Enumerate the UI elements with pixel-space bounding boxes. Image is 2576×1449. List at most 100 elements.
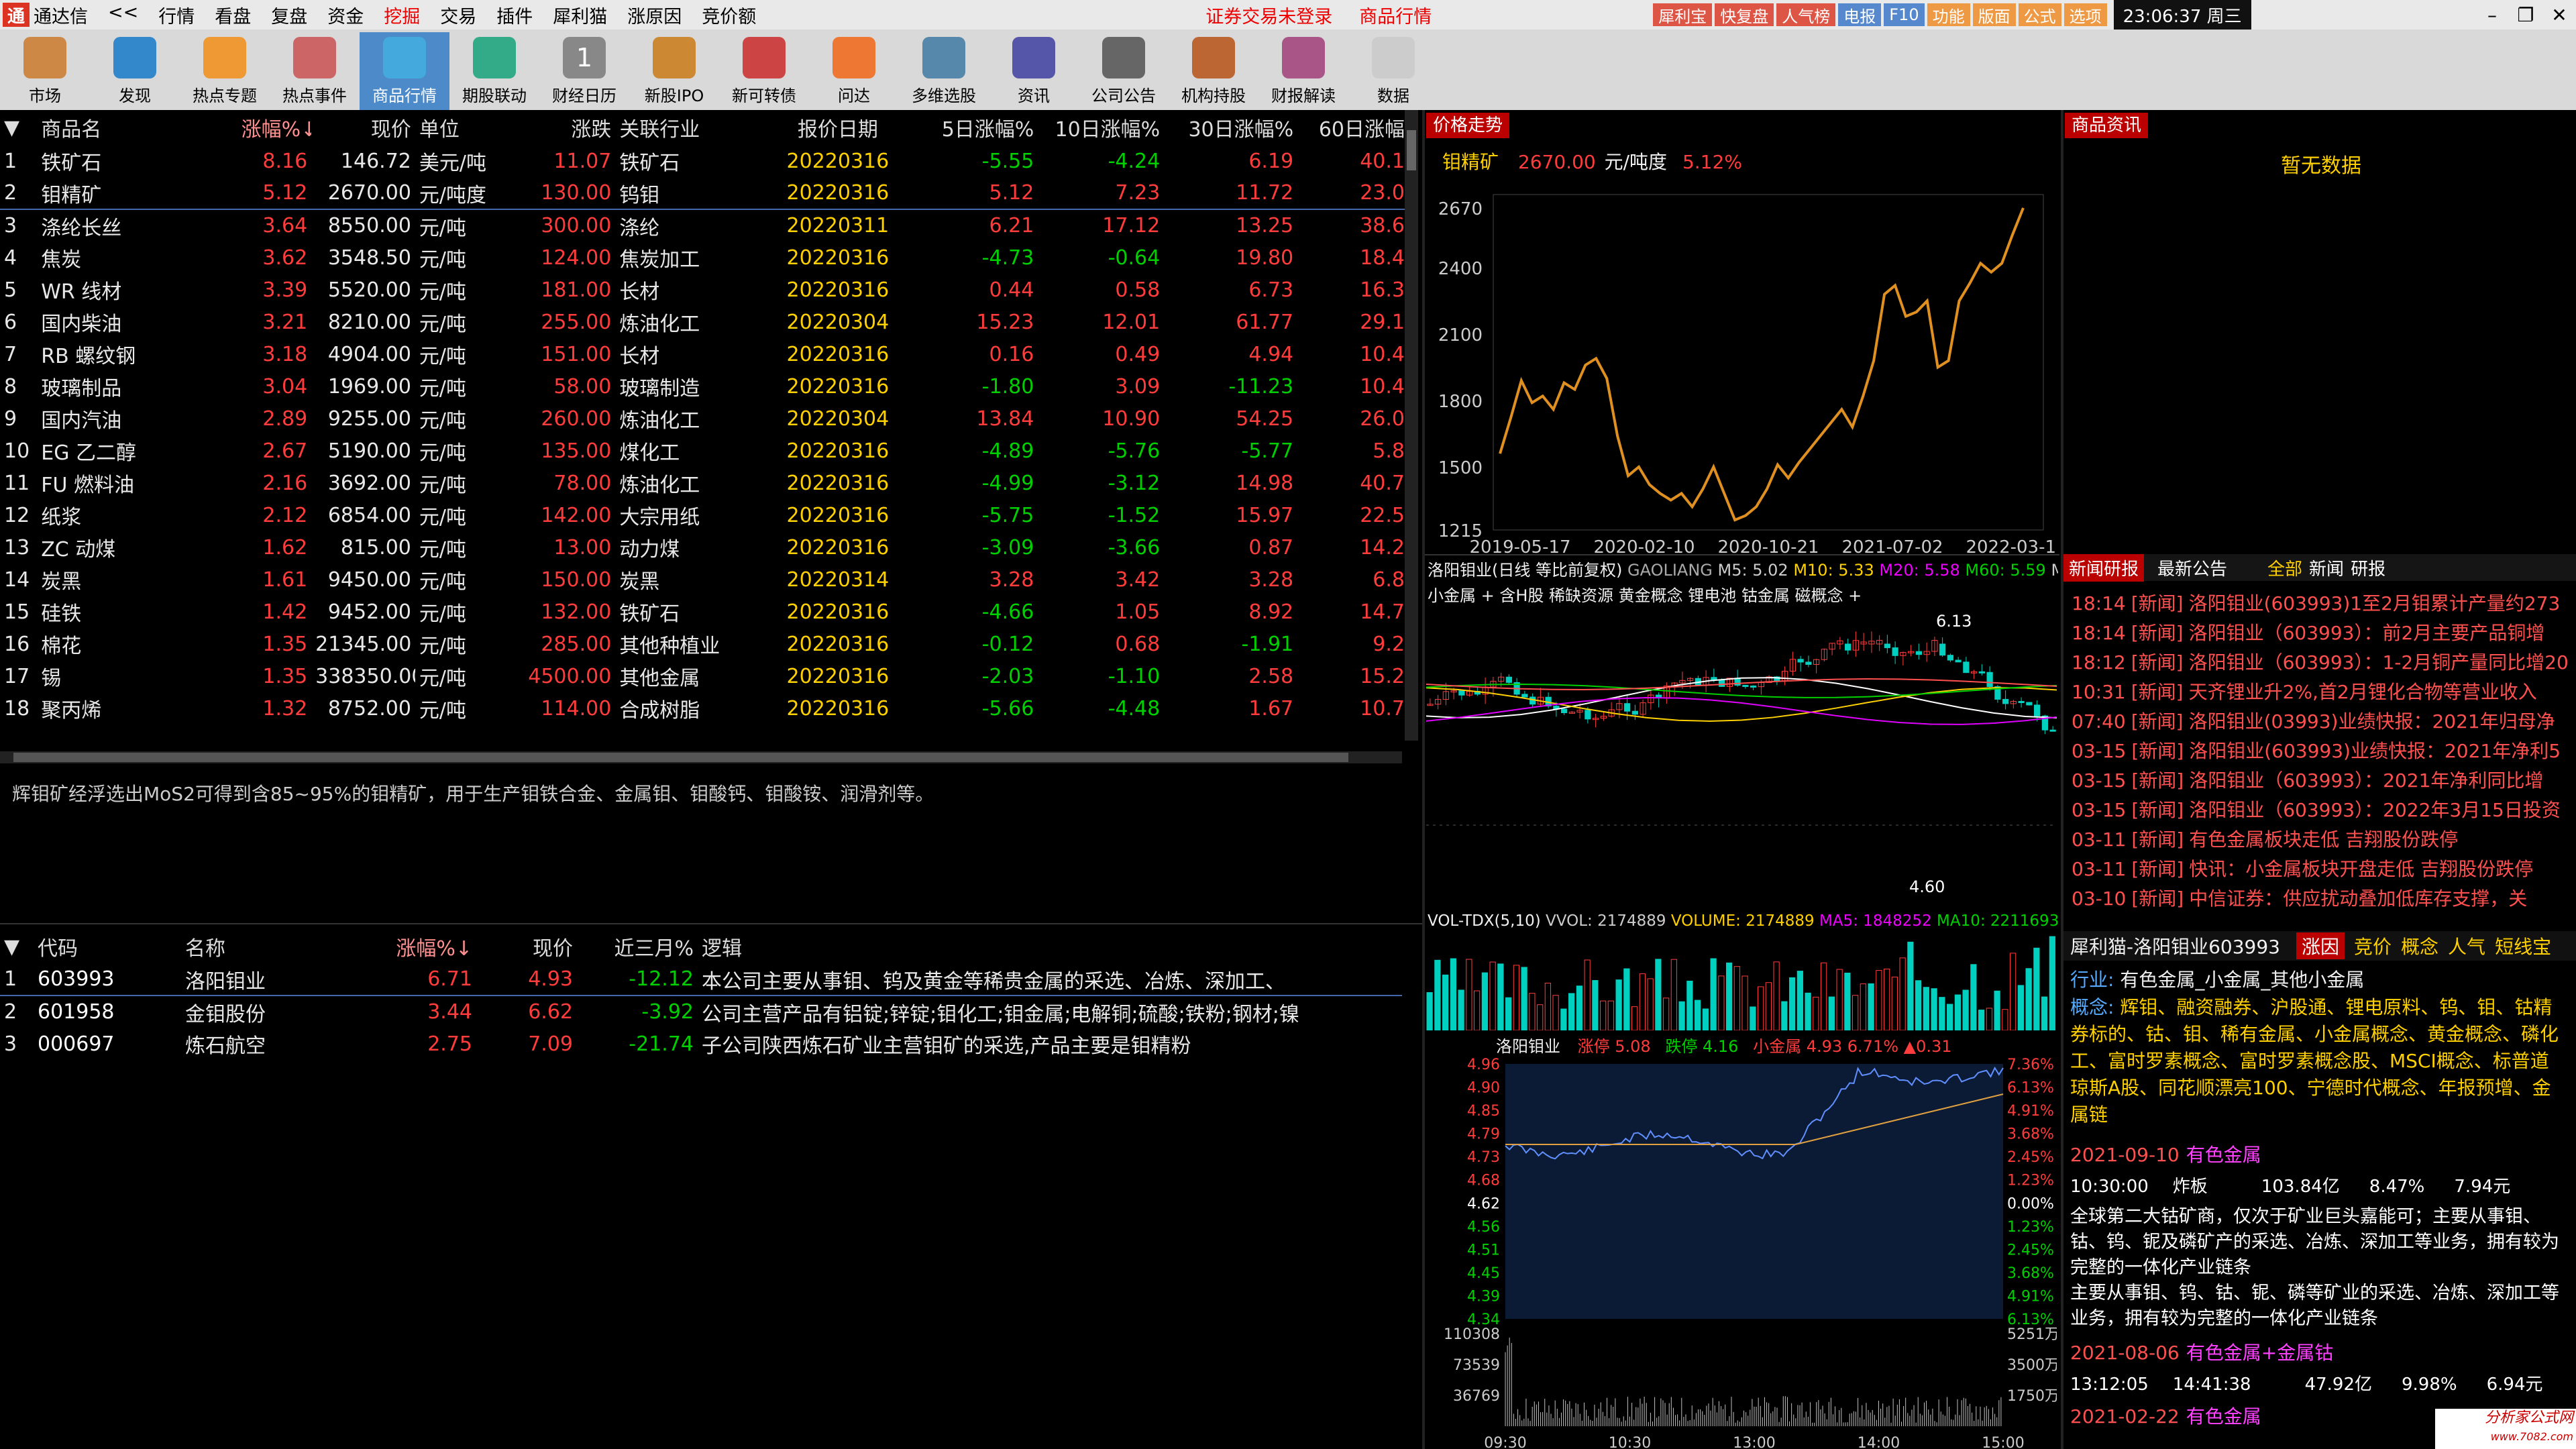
menu-item-10[interactable]: 竞价额 — [702, 2, 756, 28]
tab-latest-announcements[interactable]: 最新公告 — [2157, 555, 2227, 580]
quick-button-2[interactable]: 人气榜 — [1776, 3, 1836, 26]
column-header[interactable]: 10日涨幅% — [1038, 110, 1164, 145]
tab-news-research[interactable]: 新闻研报 — [2063, 553, 2145, 582]
column-header[interactable]: 近三月% — [577, 930, 698, 963]
table-row[interactable]: 14 炭黑 1.61 9450.00 元/吨 150.00 炭黑 20220314 3.28 3.… — [0, 564, 1409, 596]
table-row[interactable]: 15 硅铁 1.42 9452.00 元/吨 132.00 铁矿石 20220316 -4.66… — [0, 596, 1409, 628]
column-header[interactable]: 代码 — [34, 930, 181, 963]
minimize-icon[interactable]: – — [2475, 4, 2509, 26]
menu-item-0[interactable]: << — [108, 2, 138, 28]
news-item[interactable]: 10:31 [新闻] 天齐锂业升2%,首2月锂化合物等营业收入 — [2072, 678, 2568, 707]
toolbar-button-2[interactable]: 热点专题 — [180, 32, 270, 110]
quick-button-5[interactable]: 功能 — [1927, 3, 1970, 26]
toolbar-button-7[interactable]: 新股IPO — [629, 32, 719, 110]
toolbar-button-6[interactable]: 1 财经日历 — [539, 32, 629, 110]
event-tag[interactable]: 有色金属+金属钴 — [2186, 1342, 2333, 1364]
tab-concept[interactable]: 概念 — [2401, 932, 2438, 959]
tab-commodity-news[interactable]: 商品资讯 — [2065, 111, 2149, 138]
quick-button-6[interactable]: 版面 — [1972, 3, 2016, 26]
table-row[interactable]: 13 ZC 动煤 1.62 815.00 元/吨 13.00 动力煤 20220316 -3.0… — [0, 531, 1409, 564]
quick-button-8[interactable]: 选项 — [2063, 3, 2107, 26]
event-tag[interactable]: 有色金属 — [2186, 1144, 2261, 1166]
column-header[interactable]: 现价 — [476, 930, 577, 963]
login-notice[interactable]: 证券交易未登录 — [1205, 2, 1332, 28]
column-header[interactable]: 30日涨幅% — [1164, 110, 1297, 145]
column-header[interactable]: 60日涨幅 — [1297, 110, 1409, 145]
news-item[interactable]: 03-10 [新闻] 中信证券：供应扰动叠加低库存支撑，关 — [2072, 884, 2568, 914]
news-item[interactable]: 03-11 [新闻] 有色金属板块走低 吉翔股份跌停 — [2072, 825, 2568, 855]
concept-tags[interactable]: 小金属 + 含H股 稀缺资源 黄金概念 锂电池 钴金属 磁概念 + — [1428, 582, 1862, 606]
news-item[interactable]: 03-15 [新闻] 洛阳钼业(603993)业绩快报：2021年净利5 — [2072, 737, 2568, 766]
column-header[interactable]: 涨幅%↓ — [369, 930, 476, 963]
column-header[interactable]: 5日涨幅% — [912, 110, 1038, 145]
column-header[interactable]: 名称 — [181, 930, 369, 963]
stock-row[interactable]: 2 601958 金钼股份 3.44 6.62 -3.92 公司主营产品有铝锭;锌锭;钼化工… — [0, 996, 1402, 1028]
tab-popularity[interactable]: 人气 — [2448, 932, 2485, 959]
tab-shortline[interactable]: 短线宝 — [2495, 932, 2551, 959]
table-row[interactable]: 2 钼精矿 5.12 2670.00 元/吨度 130.00 钨钼 20220316 5.12 7… — [0, 177, 1409, 209]
menu-item-2[interactable]: 看盘 — [215, 2, 251, 28]
news-item[interactable]: 18:14 [新闻] 洛阳钼业（603993）：前2月主要产品铜增 — [2072, 619, 2568, 648]
table-row[interactable]: 16 棉花 1.35 21345.00 元/吨 285.00 其他种植业 20220316 -0… — [0, 628, 1409, 660]
menu-item-1[interactable]: 行情 — [158, 2, 195, 28]
table-row[interactable]: 7 RB 螺纹钢 3.18 4904.00 元/吨 151.00 长材 20220316 0.1… — [0, 338, 1409, 370]
table-row[interactable]: 12 纸浆 2.12 6854.00 元/吨 142.00 大宗用纸 20220316 -5.7… — [0, 499, 1409, 531]
quick-button-7[interactable]: 公式 — [2018, 3, 2061, 26]
stock-row[interactable]: 1 603993 洛阳钼业 6.71 4.93 -12.12 本公司主要从事钼、钨及黄金等稀… — [0, 963, 1402, 996]
quick-button-4[interactable]: F10 — [1884, 3, 1925, 26]
column-header[interactable]: 商品名 — [37, 110, 237, 145]
column-header[interactable]: 涨跌 — [496, 110, 615, 145]
toolbar-button-15[interactable]: 数据 — [1348, 32, 1438, 110]
toolbar-button-13[interactable]: 机构持股 — [1169, 32, 1258, 110]
stock-row[interactable]: 3 000697 炼石航空 2.75 7.09 -21.74 子公司陕西炼石矿业主营钼矿的采… — [0, 1028, 1402, 1060]
toolbar-button-11[interactable]: 资讯 — [989, 32, 1079, 110]
tab-news[interactable]: 新闻 — [2309, 555, 2344, 580]
column-header[interactable]: 逻辑 — [698, 930, 1402, 963]
toolbar-button-9[interactable]: 问达 — [809, 32, 899, 110]
tab-research[interactable]: 研报 — [2351, 555, 2385, 580]
column-header[interactable]: 单位 — [415, 110, 497, 145]
toolbar-button-10[interactable]: 多维选股 — [899, 32, 989, 110]
tab-reason[interactable]: 涨因 — [2296, 932, 2345, 959]
table-row[interactable]: 17 锡 1.35 338350.00 元/吨 4500.00 其他金属 20220316 -2… — [0, 660, 1409, 692]
column-header[interactable]: 涨幅%↓ — [237, 110, 312, 145]
toolbar-button-14[interactable]: 财报解读 — [1258, 32, 1348, 110]
column-header[interactable]: ▼ — [0, 930, 34, 963]
news-item[interactable]: 03-11 [新闻] 快讯：小金属板块开盘走低 吉翔股份跌停 — [2072, 855, 2568, 884]
toolbar-button-4[interactable]: 商品行情 — [360, 32, 449, 110]
news-item[interactable]: 03-15 [新闻] 洛阳钼业（603993）：2021年净利同比增 — [2072, 766, 2568, 796]
menu-item-5[interactable]: 挖掘 — [384, 2, 420, 28]
news-item[interactable]: 18:14 [新闻] 洛阳钼业(603993)1至2月钼累计产量约273 — [2072, 589, 2568, 619]
table-row[interactable]: 10 EG 乙二醇 2.67 5190.00 元/吨 135.00 煤化工 20220316 -… — [0, 435, 1409, 467]
news-item[interactable]: 03-15 [新闻] 洛阳钼业（603993）：2022年3月15日投资 — [2072, 796, 2568, 825]
column-header[interactable]: 关联行业 — [615, 110, 763, 145]
menu-item-9[interactable]: 涨原因 — [627, 2, 682, 28]
table-row[interactable]: 18 聚丙烯 1.32 8752.00 元/吨 114.00 合成树脂 20220316 -5.… — [0, 692, 1409, 724]
table-row[interactable]: 1 铁矿石 8.16 146.72 美元/吨 11.07 铁矿石 20220316 -5.55 -… — [0, 145, 1409, 177]
vertical-scrollbar[interactable] — [1405, 110, 1418, 741]
table-row[interactable]: 3 涤纶长丝 3.64 8550.00 元/吨 300.00 涤纶 20220311 6.21 1… — [0, 209, 1409, 241]
table-row[interactable]: 9 国内汽油 2.89 9255.00 元/吨 260.00 炼油化工 20220304 13.… — [0, 402, 1409, 435]
tab-price-trend[interactable]: 价格走势 — [1426, 111, 1510, 138]
table-row[interactable]: 5 WR 线材 3.39 5520.00 元/吨 181.00 长材 20220316 0.44… — [0, 274, 1409, 306]
commodity-notice[interactable]: 商品行情 — [1359, 2, 1432, 28]
close-icon[interactable]: ✕ — [2542, 4, 2576, 26]
menu-item-3[interactable]: 复盘 — [271, 2, 307, 28]
column-header[interactable]: 现价 — [311, 110, 415, 145]
toolbar-button-1[interactable]: 发现 — [90, 32, 180, 110]
news-item[interactable]: 07:40 [新闻] 洛阳钼业(03993)业绩快报：2021年归母净 — [2072, 707, 2568, 737]
toolbar-button-5[interactable]: 期股联动 — [449, 32, 539, 110]
menu-item-7[interactable]: 插件 — [496, 2, 533, 28]
quick-button-1[interactable]: 快复盘 — [1715, 3, 1774, 26]
quick-button-0[interactable]: 犀利宝 — [1653, 3, 1713, 26]
toolbar-button-8[interactable]: 新可转债 — [719, 32, 809, 110]
tab-all[interactable]: 全部 — [2267, 555, 2302, 580]
toolbar-button-12[interactable]: 公司公告 — [1079, 32, 1169, 110]
menu-item-6[interactable]: 交易 — [440, 2, 476, 28]
tab-auction[interactable]: 竞价 — [2354, 932, 2392, 959]
menu-item-8[interactable]: 犀利猫 — [553, 2, 607, 28]
toolbar-button-0[interactable]: 市场 — [0, 32, 90, 110]
column-header[interactable]: ▼ — [0, 110, 37, 145]
table-row[interactable]: 8 玻璃制品 3.04 1969.00 元/吨 58.00 玻璃制造 20220316 -1.8… — [0, 370, 1409, 402]
table-row[interactable]: 4 焦炭 3.62 3548.50 元/吨 124.00 焦炭加工 20220316 -4.73… — [0, 241, 1409, 274]
